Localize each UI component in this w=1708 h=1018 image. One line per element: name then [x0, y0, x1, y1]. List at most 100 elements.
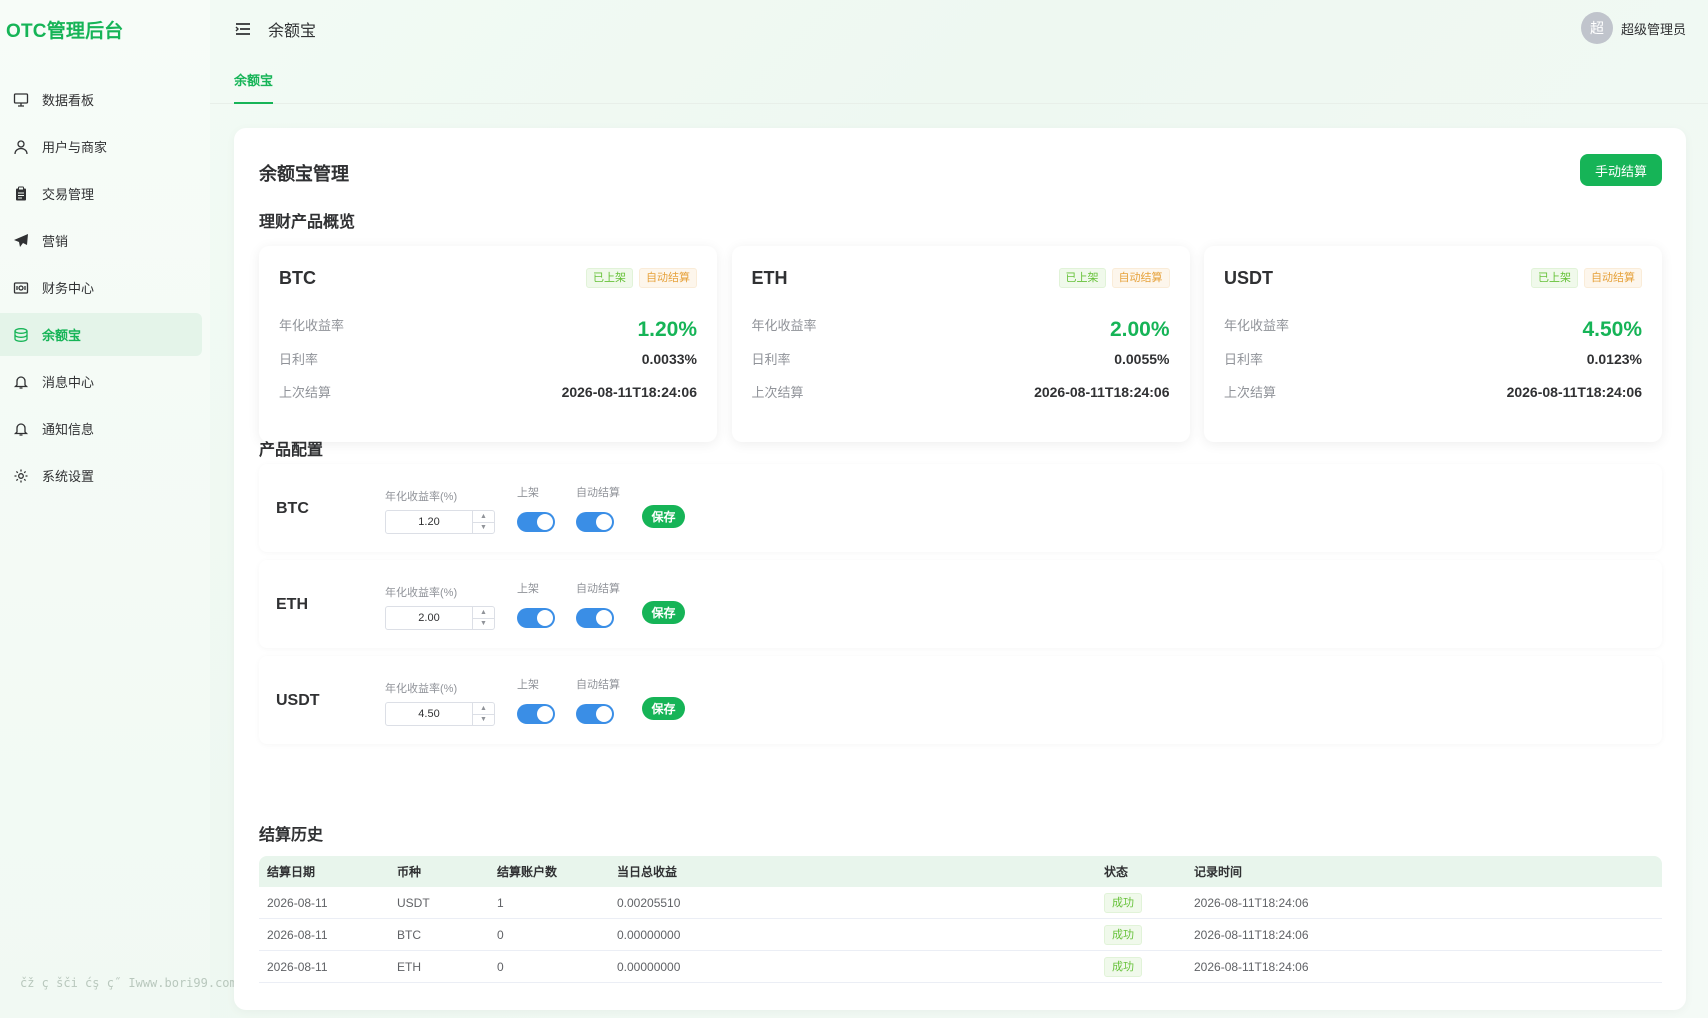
listed-tag: 已上架 — [1058, 268, 1106, 288]
sidebar-item-notifications[interactable]: 通知信息 — [0, 407, 202, 450]
sidebar-item-finance[interactable]: 财务中心 — [0, 266, 202, 309]
rate-input[interactable]: 2.00 ▲ ▼ — [385, 606, 495, 630]
status-badge: 成功 — [1104, 892, 1142, 913]
increment-icon[interactable]: ▲ — [473, 607, 494, 619]
watermark: čž ç šči ćş ç˝ Iwww.bori99.com — [20, 976, 237, 990]
auto-settle-tag: 自动结算 — [1111, 268, 1170, 288]
decrement-icon[interactable]: ▼ — [473, 523, 494, 534]
sidebar-item-marketing[interactable]: 营销 — [0, 219, 202, 262]
avatar: 超 — [1580, 12, 1613, 44]
user-menu[interactable]: 超 超级管理员 — [1580, 12, 1686, 44]
column-header[interactable]: 结算日期 — [259, 863, 389, 880]
rate-input-value[interactable]: 1.20 — [386, 511, 472, 533]
rate-input-value[interactable]: 2.00 — [386, 607, 472, 629]
last-settle-value: 2026-08-11T18:24:06 — [561, 383, 697, 400]
auto-settle-label: 自动结算 — [576, 583, 620, 595]
manual-settle-button[interactable]: 手动结算 — [1579, 154, 1662, 186]
cell-time: 2026-08-11T18:24:06 — [1194, 959, 1309, 974]
sidebar-item-dashboard[interactable]: 数据看板 — [0, 78, 202, 121]
listed-tag: 已上架 — [1531, 268, 1578, 288]
last-settle-value: 2026-08-11T18:24:06 — [1034, 383, 1170, 400]
column-header[interactable]: 结算账户数 — [489, 863, 609, 880]
last-settle-value: 2026-08-11T18:24:06 — [1506, 383, 1642, 400]
sidebar-item-label: 通知信息 — [42, 422, 95, 437]
column-header[interactable]: 币种 — [389, 863, 489, 880]
auto-settle-switch[interactable] — [576, 512, 614, 532]
clipboard-icon — [12, 185, 30, 203]
rate-input[interactable]: 1.20 ▲ ▼ — [385, 510, 495, 534]
apy-label: 年化收益率 — [1224, 317, 1290, 333]
daily-rate-value: 0.0033% — [641, 350, 697, 367]
paper-plane-icon — [12, 232, 30, 250]
auto-settle-tag: 自动结算 — [1584, 268, 1642, 288]
auto-settle-switch[interactable] — [576, 608, 614, 628]
product-overview-cards: BTC 已上架 自动结算 年化收益率 1.20% 日利率 0.0033% 上次结… — [259, 246, 1662, 442]
column-header[interactable]: 记录时间 — [1186, 863, 1662, 880]
sidebar-item-users[interactable]: 用户与商家 — [0, 125, 202, 168]
apy-value: 4.50% — [1582, 318, 1642, 341]
listed-switch[interactable] — [517, 704, 555, 724]
hamburger-menu-icon[interactable] — [234, 20, 252, 38]
save-button[interactable]: 保存 — [642, 697, 685, 720]
table-row: 2026-08-11 USDT 1 0.00205510 成功 2026-08-… — [259, 887, 1662, 919]
cell-coin: BTC — [397, 927, 421, 942]
config-title: 产品配置 — [259, 442, 324, 459]
sidebar-item-settings[interactable]: 系统设置 — [0, 454, 202, 497]
config-row-btc: BTC 年化收益率(%) 1.20 ▲ ▼ 上架 自动结算 保存 — [259, 464, 1662, 552]
last-settle-label: 上次结算 — [751, 385, 804, 400]
config-symbol: BTC — [276, 500, 309, 517]
decrement-icon[interactable]: ▼ — [473, 715, 494, 726]
bell-icon — [12, 373, 30, 391]
tab-yuebao[interactable]: 余额宝 — [234, 58, 274, 104]
rate-input[interactable]: 4.50 ▲ ▼ — [385, 702, 495, 726]
column-header[interactable]: 当日总收益 — [609, 863, 1096, 880]
product-card-usdt: USDT 已上架 自动结算 年化收益率 4.50% 日利率 0.0123% 上次… — [1204, 246, 1662, 442]
app-logo[interactable]: OTC管理后台 — [0, 0, 210, 58]
card-title: 余额宝管理 — [259, 164, 349, 184]
save-button[interactable]: 保存 — [642, 601, 685, 624]
bell-icon — [12, 420, 30, 438]
decrement-icon[interactable]: ▼ — [473, 619, 494, 630]
user-name: 超级管理员 — [1620, 21, 1686, 37]
config-row-usdt: USDT 年化收益率(%) 4.50 ▲ ▼ 上架 自动结算 保存 — [259, 656, 1662, 744]
cell-coin: USDT — [397, 895, 430, 910]
sidebar-item-label: 交易管理 — [42, 187, 95, 202]
cell-time: 2026-08-11T18:24:06 — [1194, 895, 1309, 910]
rate-label: 年化收益率(%) — [385, 491, 458, 503]
monitor-icon — [12, 91, 30, 109]
increment-icon[interactable]: ▲ — [473, 511, 494, 523]
table-row: 2026-08-11 BTC 0 0.00000000 成功 2026-08-1… — [259, 919, 1662, 951]
cell-date: 2026-08-11 — [267, 959, 328, 974]
rate-label: 年化收益率(%) — [385, 587, 458, 599]
config-row-eth: ETH 年化收益率(%) 2.00 ▲ ▼ 上架 自动结算 保存 — [259, 560, 1662, 648]
daily-rate-value: 0.0055% — [1114, 350, 1170, 367]
last-settle-label: 上次结算 — [1224, 385, 1277, 400]
listed-switch[interactable] — [517, 512, 555, 532]
auto-settle-label: 自动结算 — [576, 679, 620, 691]
table-header: 结算日期 币种 结算账户数 当日总收益 状态 记录时间 — [259, 856, 1662, 887]
auto-settle-switch[interactable] — [576, 704, 614, 724]
rate-input-value[interactable]: 4.50 — [386, 703, 472, 725]
sidebar-item-label: 财务中心 — [42, 281, 95, 296]
top-header: 余额宝 超 超级管理员 — [210, 0, 1708, 58]
cell-income: 0.00000000 — [617, 959, 681, 974]
user-icon — [12, 138, 30, 156]
column-header[interactable]: 状态 — [1096, 863, 1186, 880]
save-button[interactable]: 保存 — [642, 505, 685, 528]
sidebar-item-yuebao[interactable]: 余额宝 — [0, 313, 202, 356]
sidebar-item-messages[interactable]: 消息中心 — [0, 360, 202, 403]
last-settle-label: 上次结算 — [279, 385, 332, 400]
sidebar-item-label: 消息中心 — [42, 375, 95, 390]
cell-income: 0.00205510 — [617, 895, 681, 910]
daily-rate-label: 日利率 — [1224, 352, 1264, 367]
sidebar-item-label: 数据看板 — [42, 93, 95, 108]
increment-icon[interactable]: ▲ — [473, 703, 494, 715]
apy-label: 年化收益率 — [279, 317, 345, 333]
listed-switch[interactable] — [517, 608, 555, 628]
apy-value: 1.20% — [637, 318, 697, 341]
cell-date: 2026-08-11 — [267, 927, 328, 942]
auto-settle-label: 自动结算 — [576, 487, 620, 499]
cell-date: 2026-08-11 — [267, 895, 328, 910]
listed-label: 上架 — [517, 583, 539, 595]
sidebar-item-trades[interactable]: 交易管理 — [0, 172, 202, 215]
